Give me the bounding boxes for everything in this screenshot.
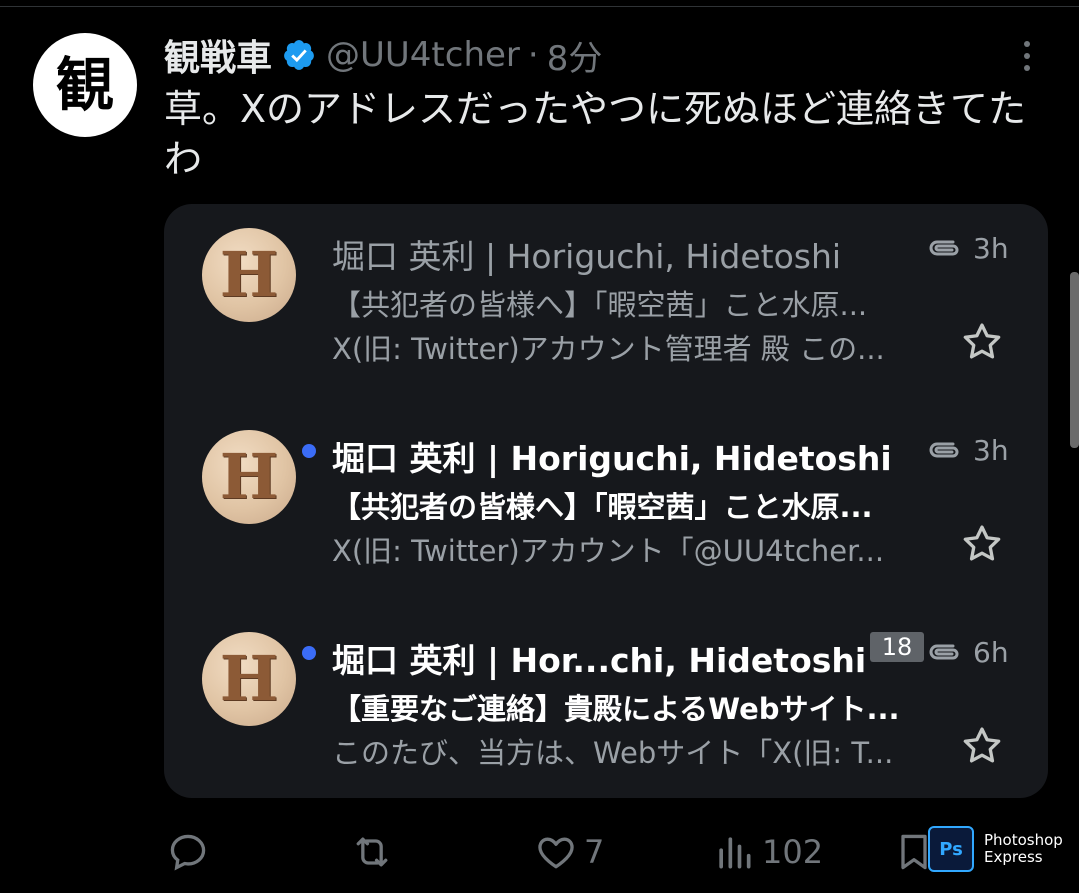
like-button[interactable]: 7	[534, 822, 604, 882]
sender-avatar-letter: H	[219, 238, 279, 311]
author-avatar[interactable]: 観	[33, 33, 137, 137]
views-button[interactable]: 102	[712, 822, 823, 882]
scrollbar[interactable]	[1070, 272, 1079, 448]
retweet-icon	[356, 837, 388, 867]
attached-image[interactable]: H 堀口 英利 | Horiguchi, Hidetoshi 3h 【共犯者の皆…	[164, 204, 1048, 798]
email-sender: 堀口 英利 | Horiguchi, Hidetoshi	[332, 439, 892, 478]
watermark-line-2: Express	[984, 848, 1043, 866]
email-sender: 堀口 英利 | Hor...chi, Hidetoshi	[332, 641, 867, 680]
email-sender: 堀口 英利 | Horiguchi, Hidetoshi	[332, 237, 842, 276]
thread-count-badge: 18	[870, 632, 924, 662]
view-count: 102	[762, 833, 824, 871]
tweet-time[interactable]: 8分	[547, 31, 603, 80]
star-icon[interactable]	[960, 522, 1004, 566]
sender-avatar: H	[202, 430, 296, 524]
reply-icon	[170, 834, 206, 871]
like-count: 7	[584, 833, 605, 871]
verified-badge-icon	[284, 40, 314, 70]
reply-button[interactable]	[166, 822, 216, 882]
sender-avatar-letter: H	[219, 440, 279, 513]
unread-dot	[302, 646, 316, 660]
email-preview: X(旧: Twitter)アカウント管理者 殿 この...	[332, 332, 885, 366]
photoshop-express-watermark: Ps Photoshop Express	[928, 824, 1070, 874]
email-time: 6h	[973, 636, 1009, 669]
email-subject: 【共犯者の皆様へ】「暇空茜」こと水原...	[332, 288, 868, 322]
sender-avatar: H	[202, 632, 296, 726]
photoshop-logo-icon: Ps	[928, 826, 974, 872]
attachment-icon	[929, 644, 959, 660]
retweet-button[interactable]	[350, 822, 400, 882]
star-icon[interactable]	[960, 724, 1004, 768]
attachment-icon	[929, 240, 959, 256]
tweet-text: 草。Xのアドレスだったやつに死ぬほど連絡きてたわ	[164, 87, 1027, 181]
author-name[interactable]: 観戦車	[164, 29, 272, 81]
views-chart-icon	[719, 837, 751, 869]
author-avatar-glyph: 観	[55, 51, 114, 119]
attachment-icon	[929, 442, 959, 458]
star-icon[interactable]	[960, 320, 1004, 364]
sender-avatar: H	[202, 228, 296, 322]
email-subject: 【共犯者の皆様へ】「暇空茜」こと水原...	[332, 490, 873, 524]
tweet-header: 観戦車 @UU4tcher · 8分	[164, 30, 602, 80]
email-row[interactable]: H 堀口 英利 | Horiguchi, Hidetoshi 3h 【共犯者の皆…	[164, 204, 1048, 404]
sender-avatar-letter: H	[219, 642, 279, 715]
tweet-actions: 7 102	[164, 822, 1044, 882]
email-subject: 【重要なご連絡】貴殿によるWebサイト...	[332, 692, 900, 726]
email-time: 3h	[973, 232, 1009, 265]
unread-dot	[302, 444, 316, 458]
email-time: 3h	[973, 434, 1009, 467]
author-handle[interactable]: @UU4tcher	[326, 35, 520, 75]
header-separator: ·	[527, 35, 539, 75]
top-divider	[0, 0, 1079, 7]
heart-icon	[538, 837, 574, 869]
email-preview: X(旧: Twitter)アカウント「@UU4tcher...	[332, 534, 885, 568]
more-options-icon[interactable]	[1015, 38, 1039, 74]
watermark-line-1: Photoshop	[984, 831, 1063, 849]
email-preview: このたび、当方は、Webサイト「X(旧: T...	[332, 736, 894, 770]
email-row[interactable]: H 堀口 英利 | Horiguchi, Hidetoshi 3h 【共犯者の皆…	[164, 406, 1048, 606]
